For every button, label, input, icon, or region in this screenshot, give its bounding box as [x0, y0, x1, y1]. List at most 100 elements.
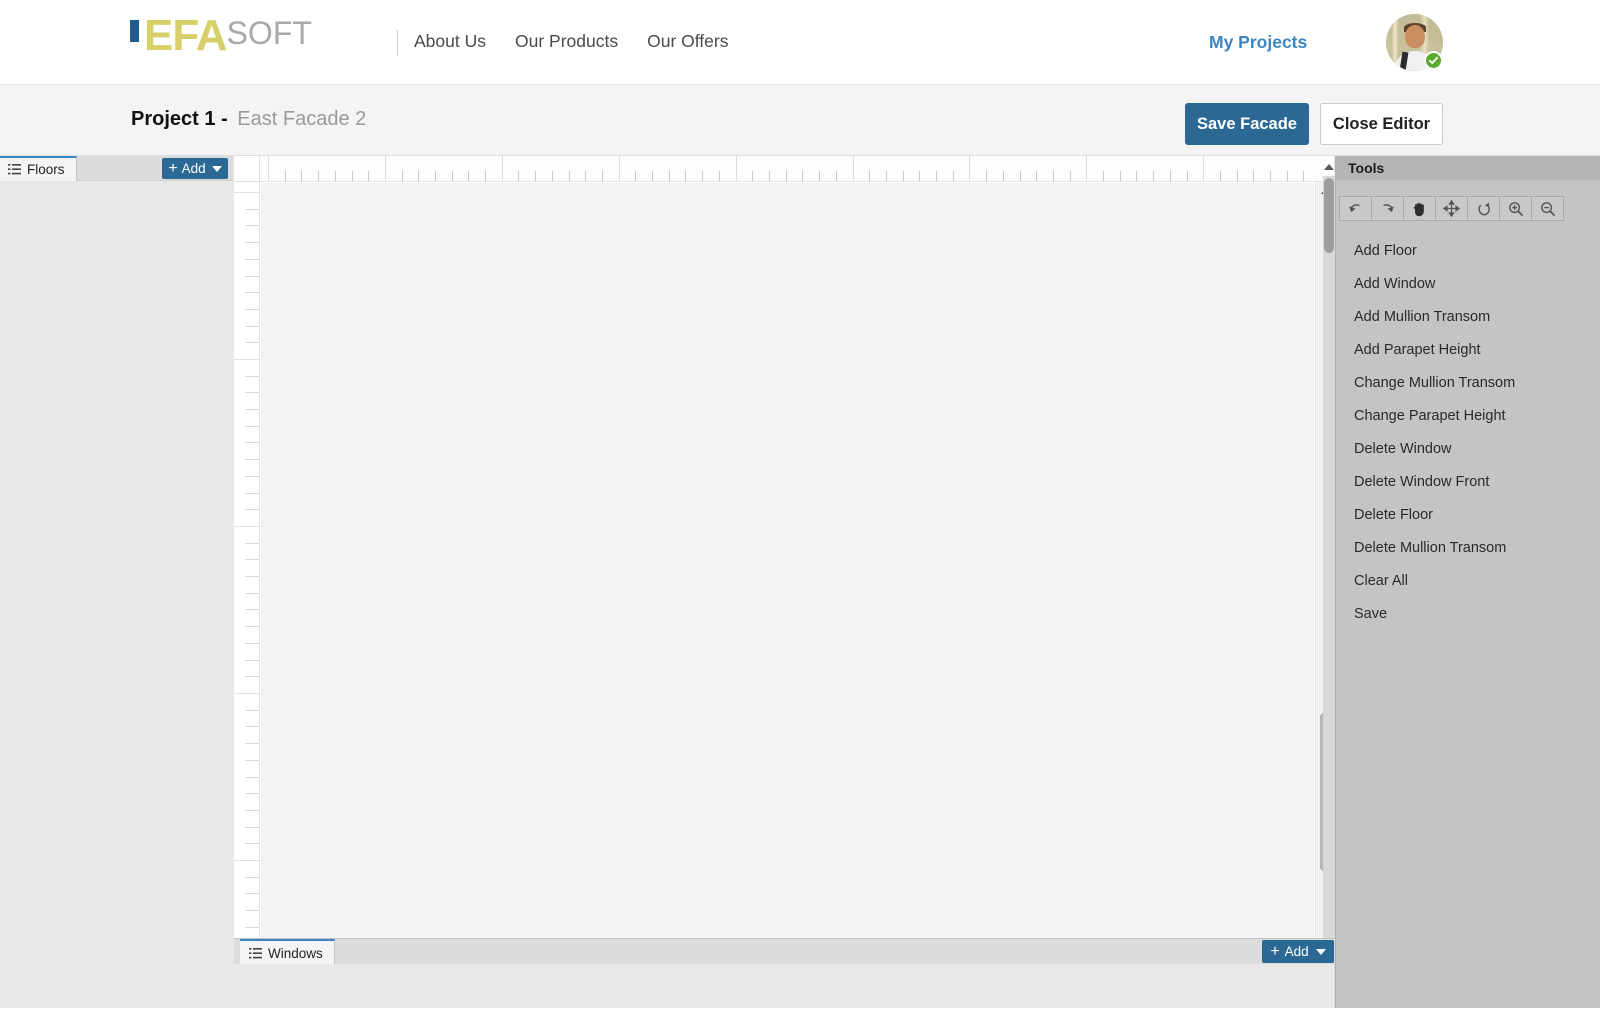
ruler-major-tick	[268, 156, 269, 181]
ruler-minor-tick	[245, 442, 259, 443]
horizontal-ruler	[260, 156, 1334, 182]
ruler-minor-tick	[936, 171, 937, 181]
ruler-minor-tick	[245, 793, 259, 794]
ruler-minor-tick	[245, 259, 259, 260]
tool-add-window[interactable]: Add Window	[1336, 267, 1600, 300]
nav-item-our-offers[interactable]: Our Offers	[647, 31, 728, 52]
ruler-minor-tick	[585, 171, 586, 181]
ruler-minor-tick	[245, 509, 259, 510]
ruler-minor-tick	[535, 171, 536, 181]
windows-panel: Windows	[234, 938, 1334, 1008]
ruler-minor-tick	[869, 171, 870, 181]
rotate-icon	[1478, 201, 1490, 215]
tab-floors-label: Floors	[27, 162, 65, 177]
tool-change-mullion-transom[interactable]: Change Mullion Transom	[1336, 366, 1600, 399]
ruler-minor-tick	[986, 171, 987, 181]
rotate-button[interactable]	[1467, 196, 1500, 221]
facade-name: East Facade 2	[237, 108, 367, 130]
redo-button[interactable]	[1371, 196, 1404, 221]
ruler-minor-tick	[1003, 171, 1004, 181]
logo-primary-text: EFA	[144, 11, 228, 60]
tab-floors[interactable]: Floors	[0, 156, 77, 181]
ruler-minor-tick	[1303, 171, 1304, 181]
ruler-minor-tick	[602, 171, 603, 181]
hand-pan-icon	[1413, 202, 1424, 216]
tools-panel-header: Tools	[1336, 156, 1600, 180]
ruler-minor-tick	[352, 171, 353, 181]
ruler-minor-tick	[819, 171, 820, 181]
ruler-major-tick	[234, 359, 259, 360]
chevron-down-icon[interactable]	[211, 165, 222, 172]
online-status-badge	[1424, 51, 1443, 70]
tools-collapse-button[interactable]	[1323, 160, 1335, 174]
tool-delete-mullion-transom[interactable]: Delete Mullion Transom	[1336, 531, 1600, 564]
nav-item-our-products[interactable]: Our Products	[515, 31, 618, 52]
top-navigation-bar: EFA SOFT About Us Our Products Our Offer…	[0, 0, 1600, 85]
windows-tabstrip: Windows	[234, 938, 1334, 965]
tab-windows[interactable]: Windows	[240, 939, 335, 965]
ruler-minor-tick	[245, 843, 259, 844]
move-button[interactable]	[1435, 196, 1468, 221]
ruler-minor-tick	[1220, 171, 1221, 181]
tool-change-parapet-height[interactable]: Change Parapet Height	[1336, 399, 1600, 432]
zoom-out-button[interactable]	[1531, 196, 1564, 221]
tool-clear-all[interactable]: Clear All	[1336, 564, 1600, 597]
tool-delete-floor[interactable]: Delete Floor	[1336, 498, 1600, 531]
ruler-minor-tick	[685, 171, 686, 181]
tool-delete-window-front[interactable]: Delete Window Front	[1336, 465, 1600, 498]
ruler-minor-tick	[1136, 171, 1137, 181]
save-facade-button[interactable]: Save Facade	[1185, 103, 1309, 145]
tool-add-mullion-transom[interactable]: Add Mullion Transom	[1336, 300, 1600, 333]
close-editor-button[interactable]: Close Editor	[1320, 103, 1443, 145]
ruler-minor-tick	[652, 171, 653, 181]
zoom-in-icon	[1508, 201, 1523, 216]
ruler-minor-tick	[318, 171, 319, 181]
ruler-minor-tick	[245, 409, 259, 410]
site-logo[interactable]: EFA SOFT	[130, 14, 312, 58]
ruler-minor-tick	[1153, 171, 1154, 181]
ruler-minor-tick	[245, 242, 259, 243]
ruler-major-tick	[385, 156, 386, 181]
list-icon	[249, 947, 262, 958]
tool-add-parapet-height[interactable]: Add Parapet Height	[1336, 333, 1600, 366]
user-avatar-wrapper[interactable]	[1386, 14, 1443, 71]
tools-scroll-thumb[interactable]	[1324, 178, 1334, 253]
tool-save[interactable]: Save	[1336, 597, 1600, 630]
ruler-minor-tick	[245, 493, 259, 494]
ruler-corner	[234, 156, 260, 182]
drawing-surface[interactable]	[261, 183, 1314, 980]
ruler-minor-tick	[418, 171, 419, 181]
pan-button[interactable]	[1403, 196, 1436, 221]
zoom-in-button[interactable]	[1499, 196, 1532, 221]
ruler-major-tick	[1203, 156, 1204, 181]
floors-panel: Floors + Add	[0, 156, 233, 1008]
nav-item-about-us[interactable]: About Us	[414, 31, 486, 52]
ruler-minor-tick	[552, 171, 553, 181]
zoom-out-icon	[1540, 201, 1555, 216]
ruler-minor-tick	[886, 171, 887, 181]
ruler-minor-tick	[245, 426, 259, 427]
ruler-minor-tick	[245, 660, 259, 661]
logo-accent-bar	[130, 20, 139, 42]
nav-links: About Us Our Products Our Offers	[414, 31, 728, 52]
ruler-minor-tick	[402, 171, 403, 181]
my-projects-link[interactable]: My Projects	[1209, 32, 1307, 53]
ruler-minor-tick	[245, 593, 259, 594]
ruler-minor-tick	[245, 676, 259, 677]
ruler-major-tick	[234, 860, 259, 861]
add-floor-button[interactable]: + Add	[162, 158, 228, 179]
ruler-minor-tick	[368, 171, 369, 181]
tools-scrollbar[interactable]	[1323, 176, 1335, 1008]
ruler-minor-tick	[245, 576, 259, 577]
ruler-minor-tick	[669, 171, 670, 181]
tool-delete-window[interactable]: Delete Window	[1336, 432, 1600, 465]
ruler-minor-tick	[1070, 171, 1071, 181]
floors-list	[0, 181, 233, 1008]
undo-button[interactable]	[1339, 196, 1372, 221]
ruler-major-tick	[234, 526, 259, 527]
chevron-down-icon[interactable]	[1315, 948, 1326, 955]
tool-add-floor[interactable]: Add Floor	[1336, 234, 1600, 267]
ruler-minor-tick	[245, 309, 259, 310]
add-window-button[interactable]: + Add	[1262, 940, 1334, 963]
ruler-minor-tick	[245, 342, 259, 343]
